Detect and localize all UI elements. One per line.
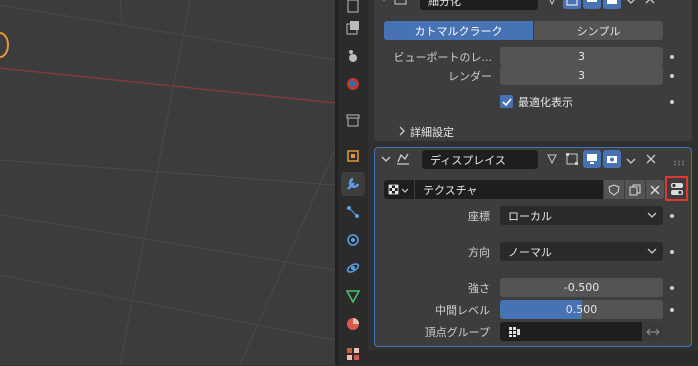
render-camera-icon[interactable]	[603, 0, 621, 9]
checkmark-icon	[501, 97, 512, 106]
data-icon[interactable]	[341, 284, 365, 308]
coords-dropdown[interactable]: ローカル	[500, 206, 663, 225]
displace-name-field[interactable]: ディスプレイス	[422, 150, 538, 169]
material-icon[interactable]	[341, 312, 365, 336]
subdivision-name: 細分化	[428, 0, 461, 8]
simple-tab[interactable]: シンプル	[534, 21, 663, 40]
world-icon[interactable]	[341, 44, 365, 68]
texture-browse-button[interactable]	[384, 180, 414, 199]
texture-properties-icon[interactable]	[665, 176, 688, 201]
edit-mode-toggle-icon[interactable]	[543, 0, 561, 9]
texture-name-field[interactable]: テクスチャ	[415, 180, 603, 199]
viewport-display-icon[interactable]	[583, 0, 601, 9]
displace-modifier-icon	[395, 151, 411, 170]
midlevel-slider[interactable]: 0.500	[500, 300, 663, 319]
vertex-group-field[interactable]	[500, 322, 642, 341]
render-levels-field[interactable]: 3	[500, 66, 663, 85]
dropdown-chevron-icon[interactable]	[626, 156, 636, 169]
optimal-display-checkbox[interactable]	[500, 95, 513, 108]
invert-arrows-icon[interactable]	[643, 322, 663, 341]
scene-world-icon[interactable]	[341, 72, 365, 96]
properties-panel: 細分化 カトマルクラーク シンプル ビューポートのレ... 3 レンダー 3 最…	[368, 0, 698, 365]
properties-tab-column	[338, 0, 368, 365]
displace-name: ディスプレイス	[430, 153, 506, 167]
optimal-display-label: 最適化表示	[518, 96, 573, 109]
advanced-subpanel-header[interactable]: 詳細設定	[410, 124, 454, 140]
animate-dot-icon[interactable]	[670, 100, 674, 104]
render-camera-icon[interactable]	[603, 150, 621, 168]
chevron-down-icon	[647, 212, 657, 218]
constraints-icon[interactable]	[341, 256, 365, 280]
texture-name: テクスチャ	[423, 183, 478, 197]
close-icon[interactable]	[645, 0, 655, 7]
simple-label: シンプル	[576, 24, 621, 38]
animate-dot-icon[interactable]	[670, 214, 674, 218]
duplicate-icon[interactable]	[625, 180, 645, 199]
cage-toggle-icon[interactable]	[563, 0, 581, 9]
close-icon[interactable]	[646, 154, 656, 167]
object-origin-outline	[0, 32, 9, 58]
viewport-levels-value: 3	[578, 50, 585, 63]
dropdown-chevron-icon[interactable]	[626, 0, 636, 9]
texture-icon[interactable]	[341, 342, 365, 366]
expand-chevron-icon[interactable]	[398, 126, 406, 139]
render-levels-value: 3	[578, 69, 585, 82]
direction-value: ノーマル	[508, 245, 552, 259]
object-icon[interactable]	[341, 144, 365, 168]
animate-dot-icon[interactable]	[670, 55, 674, 59]
vertex-group-label: 頂点グループ	[424, 326, 490, 339]
animate-dot-icon[interactable]	[670, 308, 674, 312]
strength-field[interactable]: -0.500	[500, 278, 663, 297]
checker-texture-icon	[388, 184, 409, 194]
fake-user-shield-icon[interactable]	[604, 180, 624, 199]
viewport-display-icon[interactable]	[583, 150, 601, 168]
viewport-grid	[0, 0, 335, 365]
animate-dot-icon[interactable]	[670, 286, 674, 290]
catmull-clark-label: カトマルクラーク	[414, 24, 503, 38]
animate-dot-icon[interactable]	[670, 74, 674, 78]
vertex-group-icon	[509, 326, 520, 337]
strength-value: -0.500	[563, 281, 600, 294]
midlevel-value: 0.500	[565, 303, 598, 316]
edit-mode-toggle-icon[interactable]	[563, 150, 581, 168]
chevron-down-icon	[647, 248, 657, 254]
subdivision-modifier-icon	[394, 0, 408, 6]
3d-viewport[interactable]	[0, 0, 335, 365]
collection-icon[interactable]	[341, 16, 365, 40]
particles-icon[interactable]	[341, 200, 365, 224]
viewport-levels-field[interactable]: 3	[500, 47, 663, 66]
panel-bottom-area	[368, 350, 698, 365]
coords-label: 座標	[468, 210, 490, 223]
collection-box-icon[interactable]	[341, 108, 365, 132]
unlink-icon[interactable]	[646, 180, 664, 199]
coords-value: ローカル	[508, 209, 552, 223]
viewport-levels-label: ビューポートのレ...	[393, 51, 493, 64]
collapse-chevron-icon[interactable]	[378, 0, 390, 6]
strength-label: 強さ	[468, 282, 490, 295]
direction-dropdown[interactable]: ノーマル	[500, 242, 663, 261]
midlevel-label: 中間レベル	[435, 304, 490, 317]
drag-handle-icon[interactable]	[673, 156, 687, 169]
on-cage-toggle-icon[interactable]	[543, 150, 561, 168]
subdivision-name-field[interactable]: 細分化	[420, 0, 538, 10]
collapse-chevron-icon[interactable]	[380, 154, 392, 169]
render-levels-label: レンダー	[448, 70, 492, 83]
animate-dot-icon[interactable]	[670, 250, 674, 254]
direction-label: 方向	[468, 246, 490, 259]
physics-icon[interactable]	[341, 228, 365, 252]
modifier-icon[interactable]	[341, 172, 365, 196]
catmull-clark-tab[interactable]: カトマルクラーク	[384, 21, 533, 40]
